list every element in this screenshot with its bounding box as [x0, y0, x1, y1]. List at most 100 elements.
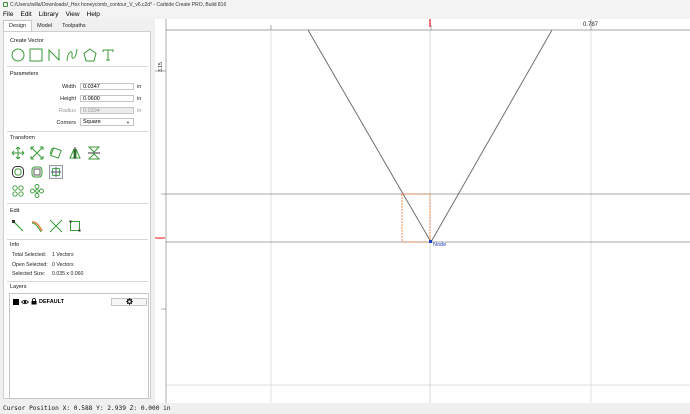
radius-unit: in	[137, 108, 142, 114]
tab-model[interactable]: Model	[32, 21, 57, 31]
divider	[7, 239, 148, 240]
tab-design[interactable]: Design	[3, 20, 33, 31]
curve-icon	[66, 48, 78, 62]
width-unit: in	[137, 84, 142, 90]
canvas-drawing[interactable]: 0.787 3.15 Node	[155, 19, 690, 403]
radius-input: 0.0394	[80, 107, 134, 114]
app-window: C:/Users/willa/Downloads/_Hex honeycomb_…	[0, 0, 690, 414]
divider	[7, 66, 148, 67]
eye-icon[interactable]	[21, 299, 29, 305]
height-unit: in	[137, 96, 142, 102]
node-label: Node	[433, 242, 446, 248]
polygon-icon	[83, 48, 97, 62]
corners-label: Corners	[56, 120, 76, 126]
title-bar: C:/Users/willa/Downloads/_Hex honeycomb_…	[0, 0, 690, 9]
flip-icon	[87, 146, 101, 160]
fillet-icon	[31, 166, 43, 178]
layer-settings-button[interactable]	[111, 297, 147, 306]
join-tool-button[interactable]	[68, 219, 82, 233]
total-selected-row: Total Selected: 1 Vectors	[12, 252, 74, 258]
offset-tool-button[interactable]	[11, 165, 25, 179]
join-icon	[69, 220, 81, 232]
divider	[7, 131, 148, 132]
layer-color-swatch[interactable]	[13, 298, 19, 305]
rotate-icon	[50, 147, 62, 159]
vector-left-edge[interactable]	[307, 29, 432, 243]
divider	[7, 281, 148, 282]
divider	[7, 203, 148, 204]
node-edit-tool-button[interactable]	[11, 219, 25, 233]
rotate-tool-button[interactable]	[49, 146, 63, 160]
menu-library[interactable]: Library	[39, 11, 59, 18]
polyline-icon	[48, 48, 60, 62]
rectangle-tool-button[interactable]	[29, 48, 43, 62]
left-ruler	[155, 19, 166, 403]
node-marker[interactable]	[429, 240, 432, 243]
menu-edit[interactable]: Edit	[20, 11, 31, 18]
polygon-tool-button[interactable]	[83, 48, 97, 62]
width-label: Width	[61, 84, 76, 90]
ruler-top-value: 0.787	[583, 22, 599, 28]
curve-tool-button[interactable]	[65, 48, 79, 62]
menu-bar: File Edit Library View Help	[0, 9, 690, 19]
design-panel: Create Vector Parameters Width 0.0347 in…	[3, 31, 151, 399]
layers-list: DEFAULT	[9, 293, 149, 399]
move-icon	[11, 146, 25, 160]
offset-icon	[12, 166, 24, 178]
layer-row[interactable]: DEFAULT	[13, 297, 147, 306]
text-icon	[102, 49, 114, 61]
window-title: C:/Users/willa/Downloads/_Hex honeycomb_…	[10, 1, 227, 8]
open-selected-row: Open Selected: 0 Vectors	[12, 262, 74, 268]
node-edit-icon	[12, 220, 24, 232]
fillet-tool-button[interactable]	[30, 165, 44, 179]
array-icon	[12, 185, 24, 197]
info-title: Info	[10, 242, 20, 248]
app-icon	[3, 2, 8, 7]
total-selected-value: 1 Vectors	[52, 252, 74, 258]
top-ruler	[155, 19, 690, 30]
move-tool-button[interactable]	[11, 146, 25, 160]
transform-title: Transform	[10, 135, 35, 141]
cut-icon	[49, 219, 63, 233]
layers-title: Layers	[10, 284, 27, 290]
selected-size-row: Selected Size: 0.035 x 0.060	[12, 271, 83, 277]
menu-file[interactable]: File	[3, 11, 13, 18]
open-selected-value: 0 Vectors	[52, 262, 74, 268]
design-canvas[interactable]: 0.787 3.15 Node	[155, 19, 690, 403]
align-tool-button[interactable]	[49, 165, 63, 179]
height-input[interactable]: 0.0600	[80, 95, 134, 102]
status-bar: Cursor Position X: 0.588 Y: 2.939 Z: 0.0…	[0, 403, 690, 414]
edit-title: Edit	[10, 208, 20, 214]
width-input[interactable]: 0.0347	[80, 83, 134, 90]
circular-array-tool-button[interactable]	[30, 184, 44, 198]
menu-help[interactable]: Help	[87, 11, 100, 18]
text-tool-button[interactable]	[101, 48, 115, 62]
array-tool-button[interactable]	[11, 184, 25, 198]
flip-tool-button[interactable]	[87, 146, 101, 160]
cut-tool-button[interactable]	[49, 219, 63, 233]
circular-array-icon	[30, 184, 44, 198]
vector-right-edge[interactable]	[430, 29, 553, 243]
lock-icon[interactable]	[31, 298, 37, 305]
cursor-position: Cursor Position X: 0.588 Y: 2.939 Z: 0.0…	[3, 405, 171, 412]
scale-tool-button[interactable]	[30, 146, 44, 160]
selected-rectangle[interactable]	[401, 193, 431, 243]
polyline-tool-button[interactable]	[47, 48, 61, 62]
height-label: Height	[60, 96, 76, 102]
tab-toolpaths[interactable]: Toolpaths	[57, 21, 91, 31]
parameters-title: Parameters	[10, 71, 39, 77]
mirror-icon	[69, 147, 81, 159]
menu-view[interactable]: View	[66, 11, 80, 18]
layer-name: DEFAULT	[39, 298, 64, 305]
total-selected-label: Total Selected:	[12, 252, 47, 258]
scale-icon	[30, 146, 44, 160]
corners-select[interactable]: Square ▼	[80, 118, 134, 126]
radius-label: Radius	[58, 108, 76, 114]
chevron-down-icon: ▼	[126, 120, 130, 125]
trim-tool-button[interactable]	[30, 219, 44, 233]
open-selected-label: Open Selected:	[12, 262, 48, 268]
circle-icon	[11, 48, 25, 62]
workspace-tabs: Design Model Toolpaths	[0, 20, 152, 31]
mirror-tool-button[interactable]	[68, 146, 82, 160]
circle-tool-button[interactable]	[11, 48, 25, 62]
